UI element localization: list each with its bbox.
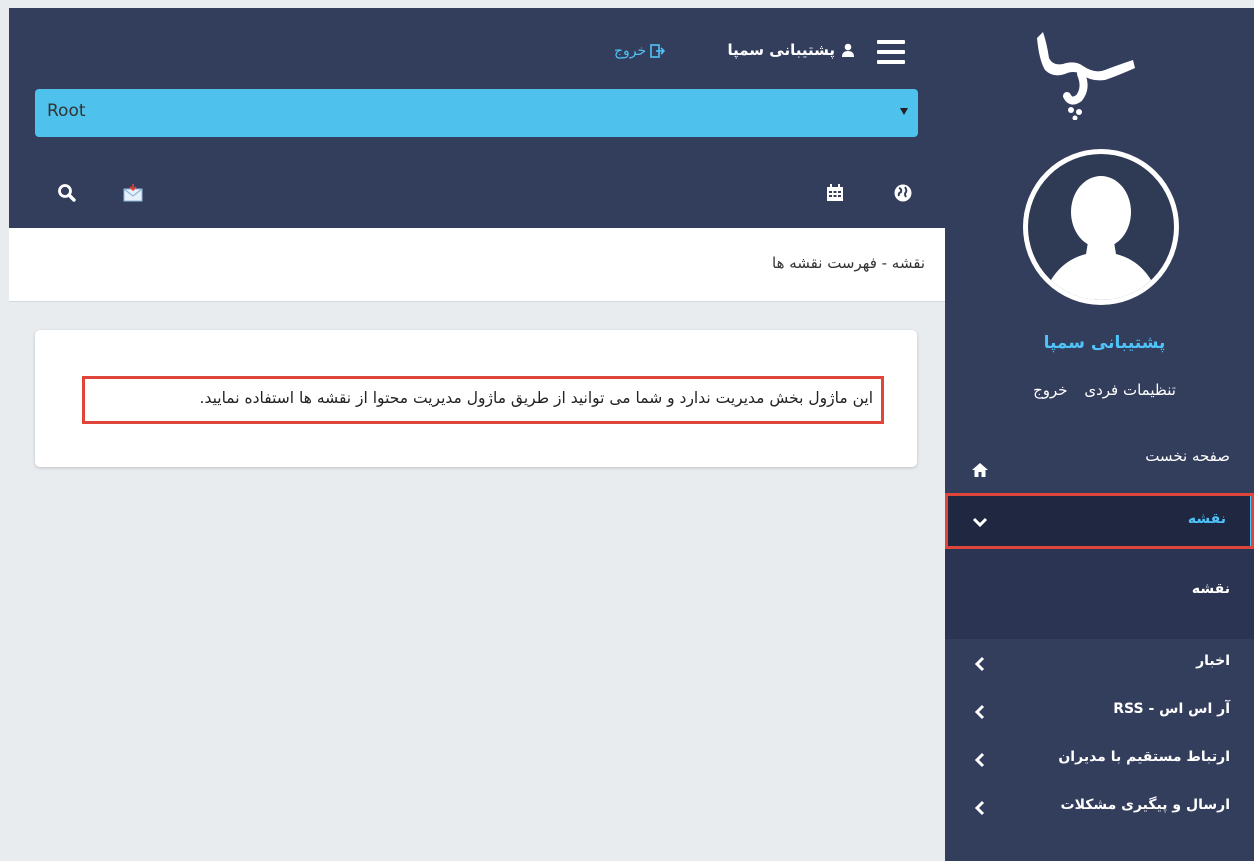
top-bar: پشتیبانی سمپا خروج Root: [9, 8, 945, 228]
chevron-left-icon: [974, 704, 985, 720]
personal-settings-link[interactable]: تنظیمات فردی: [1084, 381, 1176, 399]
logout-icon: [650, 44, 666, 58]
hamburger-icon[interactable]: [877, 40, 905, 64]
sidebar-subitem-map[interactable]: نقشه: [1192, 581, 1230, 597]
search-icon[interactable]: [57, 183, 77, 203]
top-logout-link[interactable]: خروج: [614, 43, 666, 59]
sidebar-item-label: آر اس اس - RSS: [1113, 701, 1230, 717]
root-select[interactable]: Root: [35, 89, 918, 137]
sidebar-item-map[interactable]: نقشه: [945, 493, 1254, 549]
sidebar-menu: صفحه نخست نقشه نقشه اخبار آر اس اس - RSS…: [945, 433, 1254, 831]
sidebar-logout-link[interactable]: خروج: [1033, 381, 1067, 399]
breadcrumb-bar: نقشه - فهرست نقشه ها: [9, 228, 945, 302]
sampa-logo: [1037, 32, 1135, 120]
sidebar-item-label: اخبار: [1196, 653, 1230, 669]
sidebar-item-issues[interactable]: ارسال و پیگیری مشکلات: [945, 783, 1254, 831]
mail-icon[interactable]: [123, 183, 143, 203]
sidebar-item-label: ارتباط مستقیم با مدیران: [1058, 749, 1230, 765]
calendar-icon[interactable]: [825, 183, 845, 203]
home-icon: [972, 463, 988, 477]
chevron-left-icon: [974, 800, 985, 816]
breadcrumb: نقشه - فهرست نقشه ها: [772, 254, 925, 272]
avatar[interactable]: [1023, 149, 1179, 305]
sidebar-item-label: ارسال و پیگیری مشکلات: [1060, 797, 1230, 813]
chevron-left-icon: [974, 656, 985, 672]
chevron-down-icon: [972, 517, 988, 528]
top-user[interactable]: پشتیبانی سمپا: [728, 41, 856, 59]
sidebar-item-label: صفحه نخست: [1145, 447, 1230, 465]
top-user-name: پشتیبانی سمپا: [727, 41, 836, 59]
sidebar-item-managers[interactable]: ارتباط مستقیم با مدیران: [945, 735, 1254, 783]
sidebar-submenu-map: نقشه: [945, 549, 1254, 639]
sidebar-user-name: پشتیبانی سمپا: [1043, 333, 1166, 353]
sidebar-user-links: تنظیمات فردی خروج: [945, 381, 1254, 399]
content-card: این ماژول بخش مدیریت ندارد و شما می توان…: [35, 330, 917, 467]
root-select-value: Root: [47, 101, 86, 121]
sidebar-item-news[interactable]: اخبار: [945, 639, 1254, 687]
module-notice: این ماژول بخش مدیریت ندارد و شما می توان…: [82, 376, 884, 424]
top-logout-label: خروج: [614, 43, 647, 59]
sidebar-item-home[interactable]: صفحه نخست: [945, 433, 1254, 493]
caret-down-icon: [900, 108, 908, 115]
sidebar-item-label: نقشه: [1187, 511, 1226, 527]
chevron-left-icon: [974, 752, 985, 768]
user-icon: [842, 43, 854, 57]
user-silhouette-icon: [1042, 176, 1160, 300]
sidebar-item-rss[interactable]: آر اس اس - RSS: [945, 687, 1254, 735]
sidebar: پشتیبانی سمپا تنظیمات فردی خروج صفحه نخس…: [945, 8, 1254, 861]
globe-icon[interactable]: [893, 183, 913, 203]
